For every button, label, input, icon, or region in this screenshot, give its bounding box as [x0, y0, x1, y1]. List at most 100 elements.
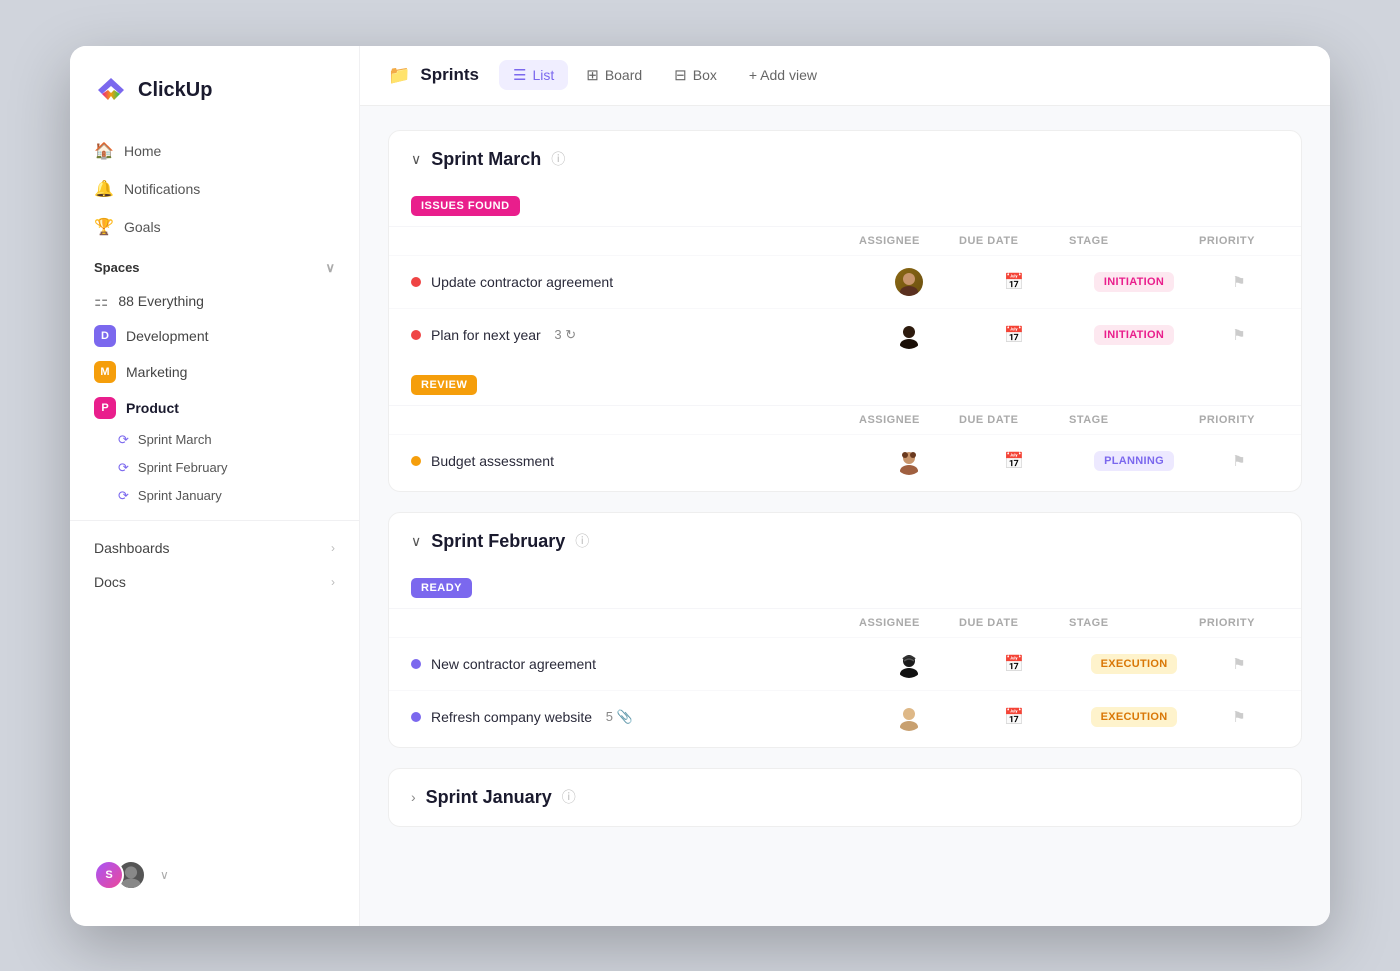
tab-box[interactable]: ⊟ Box	[660, 60, 731, 90]
avatar-person5	[895, 703, 923, 731]
issues-found-badge: ISSUES FOUND	[411, 196, 520, 216]
avatar-person3	[895, 447, 923, 475]
spaces-label-text: Spaces	[94, 260, 140, 275]
task-name-4: New contractor agreement	[411, 656, 859, 672]
calendar-icon-1[interactable]: 📅	[1004, 272, 1024, 292]
sidebar-item-sprint-january[interactable]: ⟳ Sprint January	[70, 482, 359, 510]
tab-list[interactable]: ☰ List	[499, 60, 568, 90]
sprint-march-header: ∨ Sprint March ⓘ	[389, 131, 1301, 186]
sprint-february-icon: ⟳	[118, 460, 129, 476]
sidebar-item-sprint-march[interactable]: ⟳ Sprint March	[70, 426, 359, 454]
table-header-issues: ASSIGNEE DUE DATE STAGE PRIORITY	[389, 226, 1301, 255]
group-issues-found: ISSUES FOUND ASSIGNEE DUE DATE STAGE PRI…	[389, 186, 1301, 361]
main-content: 📁 Sprints ☰ List ⊞ Board ⊟ Box + Add vie…	[360, 46, 1330, 926]
sidebar-item-docs[interactable]: Docs ›	[70, 565, 359, 599]
tab-board[interactable]: ⊞ Board	[572, 60, 656, 90]
sprint-january-info-icon[interactable]: ⓘ	[562, 787, 576, 807]
docs-label: Docs	[94, 574, 126, 590]
sidebar-item-everything[interactable]: ⚏ 88 Everything	[70, 284, 359, 318]
sidebar-item-notifications[interactable]: 🔔 Notifications	[70, 170, 359, 208]
col-stage-r: STAGE	[1069, 414, 1199, 426]
sidebar-item-home[interactable]: 🏠 Home	[70, 132, 359, 170]
task-date-4: 📅	[959, 654, 1069, 674]
sprint-january-icon: ⟳	[118, 488, 129, 504]
development-badge: D	[94, 325, 116, 347]
calendar-icon-5[interactable]: 📅	[1004, 707, 1024, 727]
sprint-january-toggle[interactable]: ›	[411, 789, 416, 805]
flag-icon-4[interactable]: ⚑	[1232, 655, 1245, 673]
spaces-chevron[interactable]: ∨	[325, 260, 335, 276]
col-assignee-r: ASSIGNEE	[859, 414, 959, 426]
avatar-user-1: S	[94, 860, 124, 890]
task-label-2: Plan for next year	[431, 327, 541, 343]
stage-badge-1: INITIATION	[1094, 272, 1174, 292]
list-tab-label: List	[532, 67, 554, 83]
bell-icon: 🔔	[94, 179, 112, 199]
flag-icon-5[interactable]: ⚑	[1232, 708, 1245, 726]
sidebar-item-sprint-february[interactable]: ⟳ Sprint February	[70, 454, 359, 482]
sidebar-item-dashboards[interactable]: Dashboards ›	[70, 531, 359, 565]
sprint-march-section: ∨ Sprint March ⓘ ISSUES FOUND ASSIGNEE D…	[388, 130, 1302, 492]
stage-badge-3: PLANNING	[1094, 451, 1174, 471]
notifications-label: Notifications	[124, 181, 200, 197]
task-label-5: Refresh company website	[431, 709, 592, 725]
table-row[interactable]: Budget assessment 📅 PLANNING	[389, 434, 1301, 487]
sprint-march-info-icon[interactable]: ⓘ	[551, 149, 565, 169]
content-area: ∨ Sprint March ⓘ ISSUES FOUND ASSIGNEE D…	[360, 106, 1330, 926]
sidebar: ClickUp 🏠 Home 🔔 Notifications 🏆 Goals S…	[70, 46, 360, 926]
sidebar-item-product[interactable]: P Product	[70, 390, 359, 426]
app-window: ClickUp 🏠 Home 🔔 Notifications 🏆 Goals S…	[70, 46, 1330, 926]
stage-badge-2: INITIATION	[1094, 325, 1174, 345]
sprint-february-toggle[interactable]: ∨	[411, 533, 421, 550]
task-assignee-5	[859, 703, 959, 731]
calendar-icon-2[interactable]: 📅	[1004, 325, 1024, 345]
group-review-header: REVIEW	[389, 365, 1301, 405]
task-count-2: 3 ↻	[551, 327, 576, 343]
avatar-person1	[895, 268, 923, 296]
sprint-march-toggle[interactable]: ∨	[411, 151, 421, 168]
product-label: Product	[126, 400, 179, 416]
col-task-label	[411, 235, 859, 247]
col-duedate-r: DUE DATE	[959, 414, 1069, 426]
task-name-2: Plan for next year 3 ↻	[411, 327, 859, 343]
col-task-label-r	[411, 414, 859, 426]
page-title-text: Sprints	[420, 65, 479, 85]
task-assignee-2	[859, 321, 959, 349]
footer-chevron[interactable]: ∨	[160, 868, 169, 882]
task-label-4: New contractor agreement	[431, 656, 596, 672]
sprint-february-header: ∨ Sprint February ⓘ	[389, 513, 1301, 568]
table-row[interactable]: New contractor agreement 📅 EXECUTION	[389, 637, 1301, 690]
task-assignee-1	[859, 268, 959, 296]
flag-icon-2[interactable]: ⚑	[1232, 326, 1245, 344]
sprint-february-section: ∨ Sprint February ⓘ READY ASSIGNEE DUE D…	[388, 512, 1302, 748]
flag-icon-1[interactable]: ⚑	[1232, 273, 1245, 291]
task-date-1: 📅	[959, 272, 1069, 292]
table-header-review: ASSIGNEE DUE DATE STAGE PRIORITY	[389, 405, 1301, 434]
add-view-button[interactable]: + Add view	[735, 61, 831, 89]
calendar-icon-3[interactable]: 📅	[1004, 451, 1024, 471]
flag-icon-3[interactable]: ⚑	[1232, 452, 1245, 470]
sidebar-item-marketing[interactable]: M Marketing	[70, 354, 359, 390]
dashboards-label: Dashboards	[94, 540, 170, 556]
table-row[interactable]: Update contractor agreement 📅 INITIATION	[389, 255, 1301, 308]
task-name-1: Update contractor agreement	[411, 274, 859, 290]
table-row[interactable]: Refresh company website 5 📎 📅	[389, 690, 1301, 743]
sprint-march-title: Sprint March	[431, 149, 541, 170]
sidebar-item-development[interactable]: D Development	[70, 318, 359, 354]
group-ready-header: READY	[389, 568, 1301, 608]
sprint-february-info-icon[interactable]: ⓘ	[575, 531, 589, 551]
folder-icon: 📁	[388, 65, 410, 86]
sidebar-item-goals[interactable]: 🏆 Goals	[70, 208, 359, 246]
goals-icon: 🏆	[94, 217, 112, 237]
task-label-1: Update contractor agreement	[431, 274, 613, 290]
task-name-3: Budget assessment	[411, 453, 859, 469]
table-row[interactable]: Plan for next year 3 ↻ 📅 INITIA	[389, 308, 1301, 361]
sprint-march-icon: ⟳	[118, 432, 129, 448]
task-priority-5: ⚑	[1199, 708, 1279, 726]
task-dot-2	[411, 330, 421, 340]
group-review: REVIEW ASSIGNEE DUE DATE STAGE PRIORITY …	[389, 365, 1301, 487]
calendar-icon-4[interactable]: 📅	[1004, 654, 1024, 674]
col-duedate-1: DUE DATE	[959, 235, 1069, 247]
sidebar-footer: S ∨	[70, 844, 359, 906]
task-priority-1: ⚑	[1199, 273, 1279, 291]
